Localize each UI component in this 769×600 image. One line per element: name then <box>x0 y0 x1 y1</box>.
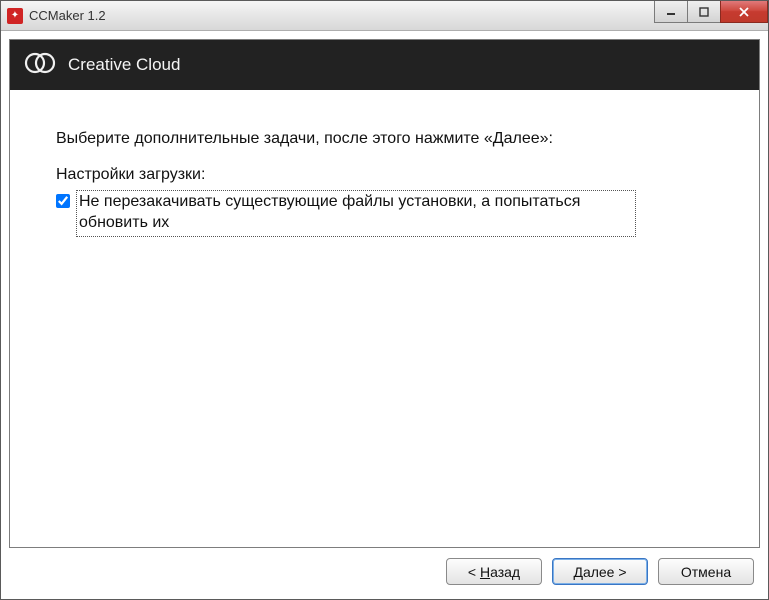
minimize-icon <box>666 7 676 17</box>
minimize-button[interactable] <box>654 1 688 23</box>
maximize-icon <box>699 7 709 17</box>
dialog-header: Creative Cloud <box>10 40 759 90</box>
back-button[interactable]: < Назад <box>446 558 542 585</box>
button-bar: < Назад Далее > Отмена <box>1 548 768 599</box>
close-button[interactable] <box>720 1 768 23</box>
dialog-body: Creative Cloud Выберите дополнительные з… <box>9 39 760 548</box>
content-area: Выберите дополнительные задачи, после эт… <box>10 90 759 547</box>
instruction-text: Выберите дополнительные задачи, после эт… <box>56 130 713 148</box>
window-title: CCMaker 1.2 <box>29 8 106 23</box>
update-existing-checkbox[interactable] <box>56 194 70 208</box>
checkbox-label[interactable]: Не перезакачивать существующие файлы уст… <box>76 190 636 237</box>
option-row: Не перезакачивать существующие файлы уст… <box>56 190 713 237</box>
checkbox-wrap <box>56 194 70 208</box>
app-window: ✦ CCMaker 1.2 <box>0 0 769 600</box>
dialog-title: Creative Cloud <box>68 55 180 75</box>
cancel-button[interactable]: Отмена <box>658 558 754 585</box>
window-controls <box>655 1 768 23</box>
close-icon <box>738 7 750 17</box>
next-button[interactable]: Далее > <box>552 558 648 585</box>
titlebar[interactable]: ✦ CCMaker 1.2 <box>1 1 768 31</box>
app-icon: ✦ <box>7 8 23 24</box>
section-label: Настройки загрузки: <box>56 166 713 184</box>
maximize-button[interactable] <box>687 1 721 23</box>
creative-cloud-icon <box>24 52 56 79</box>
